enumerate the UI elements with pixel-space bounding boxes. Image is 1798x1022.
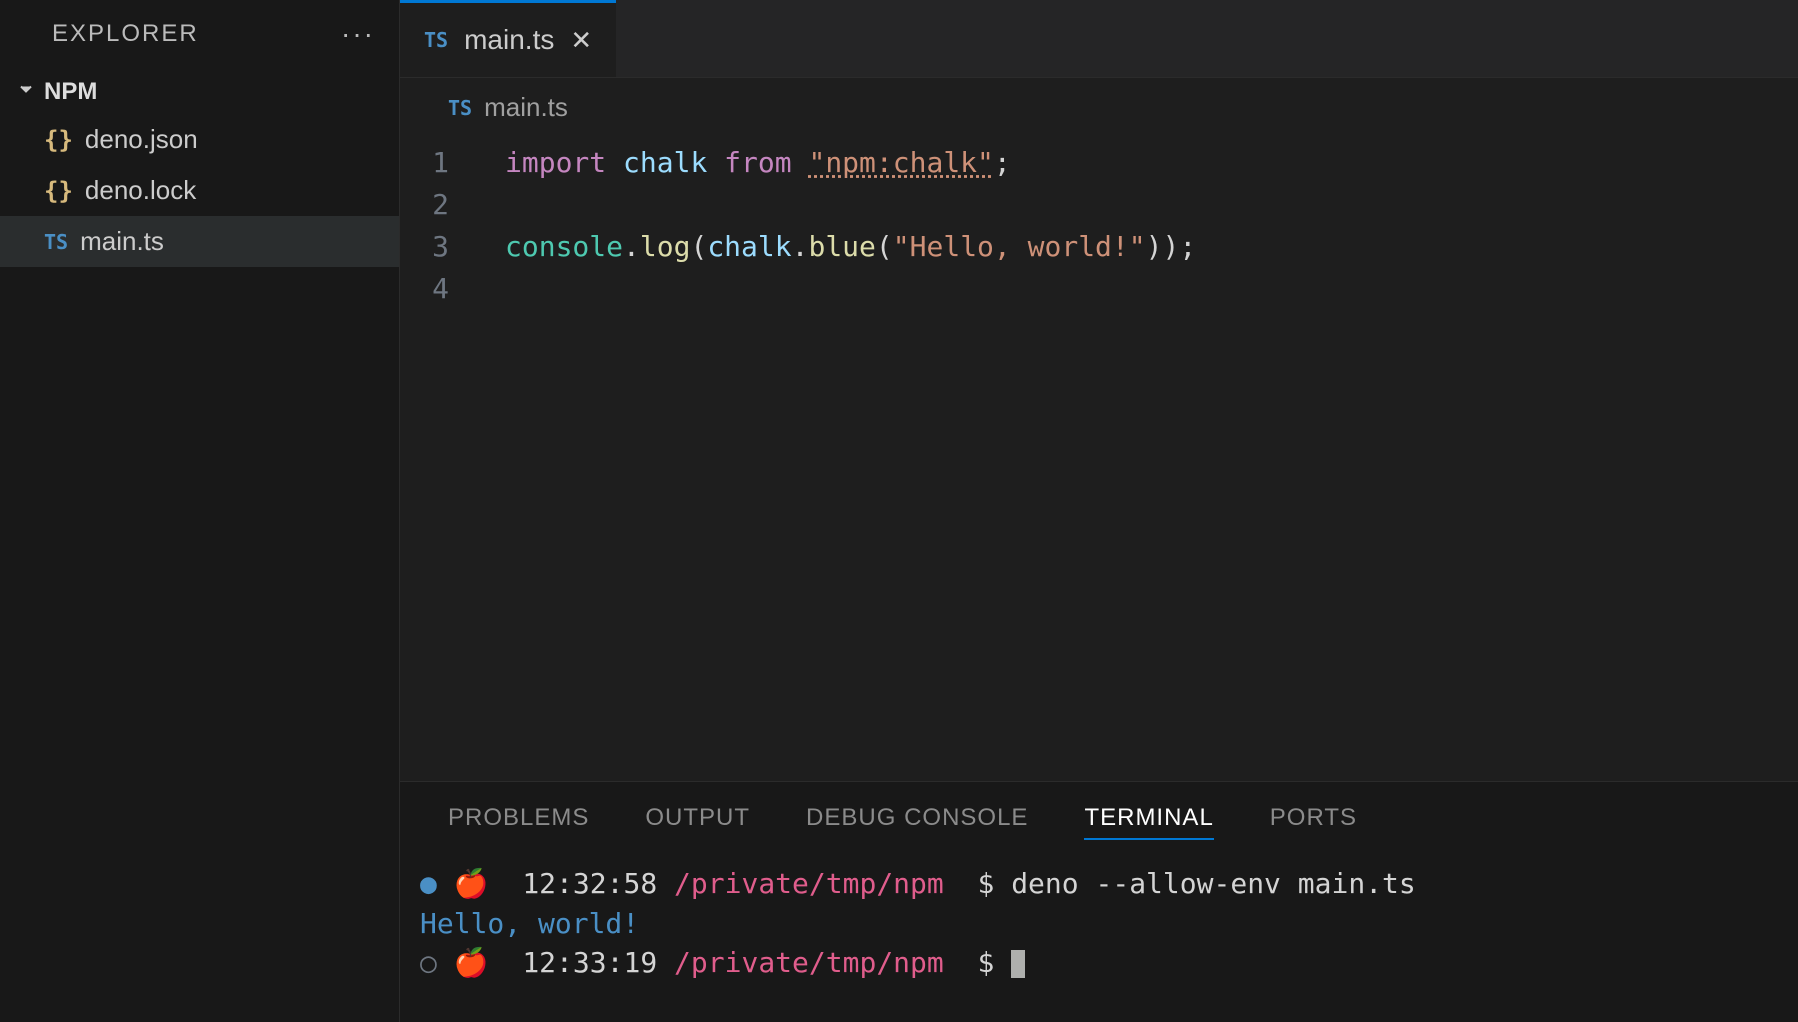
terminal-output: Hello, world! xyxy=(420,904,1778,943)
prompt-symbol: $ xyxy=(977,946,994,979)
line-number: 2 xyxy=(400,188,505,221)
status-dot-icon: ○ xyxy=(420,946,437,979)
folder-name: NPM xyxy=(44,78,97,106)
terminal-line: ● 🍎 12:32:58 /private/tmp/npm $ deno --a… xyxy=(420,864,1778,903)
terminal-path: /private/tmp/npm xyxy=(674,867,944,900)
code-editor[interactable]: 1 import chalk from "npm:chalk"; 2 3 con… xyxy=(400,137,1798,781)
explorer-sidebar: EXPLORER ··· NPM {} deno.json {} deno.lo… xyxy=(0,0,400,1022)
cursor-icon xyxy=(1011,950,1025,978)
tab-main-ts[interactable]: TS main.ts ✕ xyxy=(400,0,616,77)
line-number: 1 xyxy=(400,146,505,179)
tab-output[interactable]: OUTPUT xyxy=(645,804,750,840)
more-icon[interactable]: ··· xyxy=(341,18,375,50)
tab-label: main.ts xyxy=(464,24,554,56)
apple-icon: 🍎 xyxy=(454,946,489,979)
close-icon[interactable]: ✕ xyxy=(570,25,592,56)
file-item-deno-lock[interactable]: {} deno.lock xyxy=(0,165,399,216)
prompt-symbol: $ xyxy=(977,867,994,900)
file-list: {} deno.json {} deno.lock TS main.ts xyxy=(0,114,399,267)
terminal-command: deno --allow-env main.ts xyxy=(1011,867,1416,900)
bottom-panel: PROBLEMS OUTPUT DEBUG CONSOLE TERMINAL P… xyxy=(400,781,1798,1022)
tab-ports[interactable]: PORTS xyxy=(1270,804,1357,840)
file-name: deno.lock xyxy=(85,175,196,206)
code-line: 2 xyxy=(400,183,1798,225)
json-icon: {} xyxy=(44,177,73,205)
file-item-main-ts[interactable]: TS main.ts xyxy=(0,216,399,267)
code-line: 4 xyxy=(400,267,1798,309)
line-number: 3 xyxy=(400,230,505,263)
ts-icon: TS xyxy=(448,96,472,120)
explorer-header: EXPLORER ··· xyxy=(0,0,399,70)
tab-debug-console[interactable]: DEBUG CONSOLE xyxy=(806,804,1028,840)
folder-header[interactable]: NPM xyxy=(0,70,399,114)
line-number: 4 xyxy=(400,272,505,305)
file-item-deno-json[interactable]: {} deno.json xyxy=(0,114,399,165)
code-line: 3 console.log(chalk.blue("Hello, world!"… xyxy=(400,225,1798,267)
terminal[interactable]: ● 🍎 12:32:58 /private/tmp/npm $ deno --a… xyxy=(400,858,1798,1022)
tab-bar: TS main.ts ✕ xyxy=(400,0,1798,78)
apple-icon: 🍎 xyxy=(454,867,489,900)
terminal-time: 12:32:58 xyxy=(522,867,657,900)
terminal-time: 12:33:19 xyxy=(522,946,657,979)
chevron-down-icon xyxy=(16,79,36,105)
file-name: main.ts xyxy=(80,226,164,257)
terminal-line: ○ 🍎 12:33:19 /private/tmp/npm $ xyxy=(420,943,1778,982)
main-area: TS main.ts ✕ TS main.ts 1 import chalk f… xyxy=(400,0,1798,1022)
file-name: deno.json xyxy=(85,124,198,155)
status-dot-icon: ● xyxy=(420,867,437,900)
breadcrumb-label: main.ts xyxy=(484,92,568,123)
tab-terminal[interactable]: TERMINAL xyxy=(1084,804,1213,840)
breadcrumb[interactable]: TS main.ts xyxy=(400,78,1798,137)
ts-icon: TS xyxy=(44,230,68,254)
explorer-title: EXPLORER xyxy=(52,20,199,48)
panel-tabs: PROBLEMS OUTPUT DEBUG CONSOLE TERMINAL P… xyxy=(400,782,1798,858)
json-icon: {} xyxy=(44,126,73,154)
terminal-path: /private/tmp/npm xyxy=(674,946,944,979)
ts-icon: TS xyxy=(424,28,448,52)
code-line: 1 import chalk from "npm:chalk"; xyxy=(400,141,1798,183)
tab-problems[interactable]: PROBLEMS xyxy=(448,804,589,840)
